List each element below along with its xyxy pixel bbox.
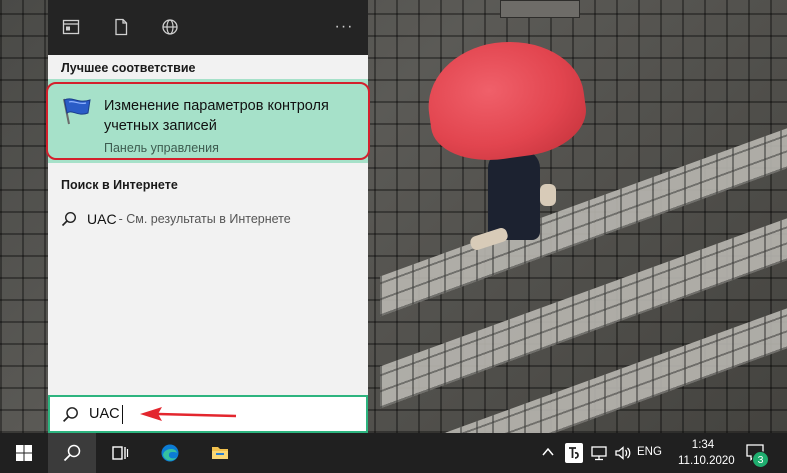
best-match-heading: Лучшее соответствие: [61, 61, 196, 75]
web-search-term: UAC: [87, 211, 117, 227]
text-caret: [122, 405, 123, 424]
edge-browser-button[interactable]: [146, 433, 194, 473]
clock-date: 11.10.2020: [678, 455, 735, 467]
best-match-subtitle: Панель управления: [104, 141, 219, 155]
start-button[interactable]: [0, 433, 48, 473]
web-search-hint: - См. результаты в Интернете: [118, 212, 291, 226]
file-explorer-button[interactable]: [196, 433, 244, 473]
uac-flag-icon: [60, 96, 94, 126]
wallpaper-person: [488, 150, 540, 240]
folder-icon: [212, 447, 228, 459]
search-icon: [61, 211, 77, 227]
web-search-heading: Поиск в Интернете: [61, 178, 178, 192]
search-icon: [63, 444, 81, 462]
search-icon: [62, 406, 78, 422]
windows-logo-icon: [16, 445, 32, 461]
documents-filter-icon[interactable]: [110, 16, 132, 38]
clock-time: 1:34: [691, 439, 715, 451]
taskbar: ENG 1:34 11.10.2020 3: [0, 433, 787, 473]
tray-app-icon[interactable]: [564, 442, 584, 464]
apps-filter-icon[interactable]: [60, 16, 82, 38]
more-options-button[interactable]: ···: [333, 16, 355, 38]
task-view-icon: [112, 446, 129, 460]
annotation-red-arrow: [140, 407, 237, 421]
best-match-title: Изменение параметров контроля учетных за…: [104, 98, 329, 134]
web-filter-icon[interactable]: [159, 16, 181, 38]
wallpaper-crosswalk-stripe: [380, 123, 787, 317]
volume-icon[interactable]: [614, 444, 632, 462]
web-search-result[interactable]: UAC - См. результаты в Интернете: [48, 205, 368, 233]
taskbar-search-button[interactable]: [48, 433, 96, 473]
search-filter-bar: ···: [48, 0, 368, 55]
network-icon[interactable]: [590, 444, 608, 462]
search-panel: ··· Лучшее соответствие Изменение параме…: [46, 0, 370, 433]
wallpaper-curb: [500, 0, 580, 18]
notification-count-badge: 3: [752, 451, 769, 468]
wallpaper-red-umbrella: [420, 31, 592, 169]
show-hidden-icons-chevron-icon[interactable]: [541, 445, 555, 459]
task-view-button[interactable]: [96, 433, 144, 473]
edge-icon: [161, 444, 179, 462]
wallpaper-crosswalk-stripe: [380, 213, 787, 409]
input-language-indicator[interactable]: ENG: [637, 446, 662, 458]
clock[interactable]: 1:34 11.10.2020: [678, 437, 735, 469]
wallpaper-person-shoe: [540, 184, 556, 206]
